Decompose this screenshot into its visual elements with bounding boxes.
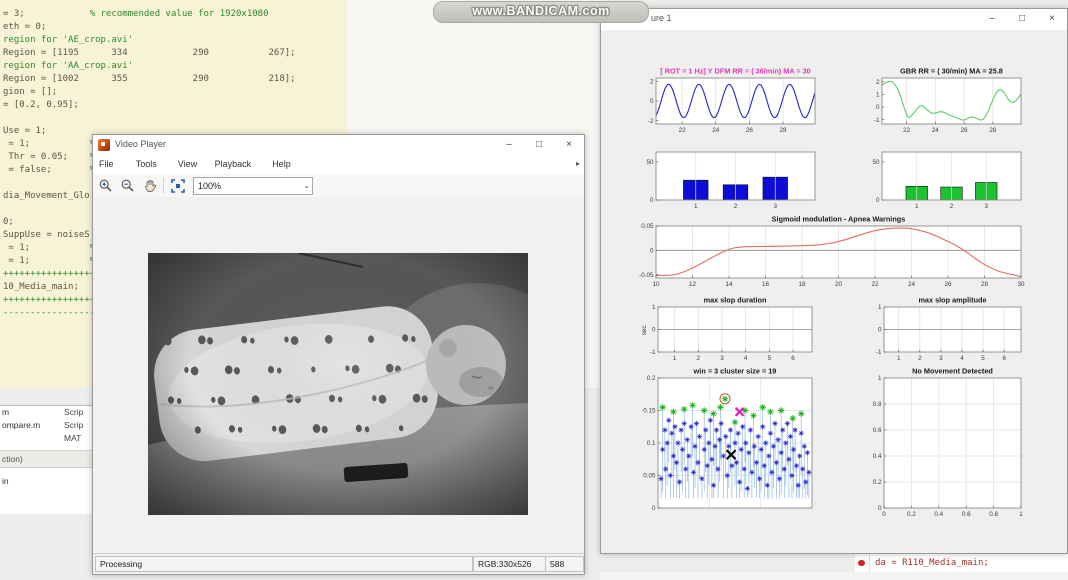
screen: = 3; % recommended value for 1920x1080et… [0,0,1068,580]
code-line: region for 'AE_crop.avi' [3,34,296,47]
toolbar-separator [163,178,164,193]
code-line [3,112,296,125]
video-dimensions: RGB:330x526 [473,556,547,572]
fit-to-window-icon [170,178,186,194]
frame-counter: 588 [545,556,584,572]
menu-overflow-icon[interactable]: ▸ [576,159,580,168]
minimize-button[interactable]: – [494,135,524,156]
video-player-titlebar[interactable]: Video Player – □ × [93,135,584,157]
figure-title: ure 1 [651,13,672,23]
file-panel-item[interactable]: in [0,474,92,488]
maximize-button[interactable]: □ [1007,9,1037,30]
file-type: MAT [64,432,81,445]
file-type: Scrip [64,406,83,419]
zoom-in-button[interactable] [97,177,117,196]
close-button[interactable]: × [1037,9,1067,30]
pan-hand-icon [142,178,158,194]
code-line: region for 'AA_crop.avi' [3,60,296,73]
code-line: = [0.2, 0.95]; [3,99,296,112]
figure-window: ure 1 – □ × [600,8,1068,554]
fit-to-window-button[interactable] [169,177,189,196]
menu-item-tools[interactable]: Tools [136,159,157,169]
file-row[interactable]: m Scrip [0,406,92,419]
pan-button[interactable] [141,177,161,196]
video-player-title: Video Player [115,139,166,149]
debug-line-text: da = R110_Media_main; [875,553,989,573]
code-line: Region = [1195 334 290 267]; [3,47,296,60]
status-bar: Processing RGB:330x526 588 [93,553,584,574]
zoom-in-icon [98,178,114,194]
figure-titlebar[interactable]: ure 1 – □ × [601,9,1067,31]
file-name: ompare.m [2,419,40,432]
chevron-down-icon: ⌄ [303,178,310,194]
close-button[interactable]: × [554,135,584,156]
file-name: m [2,406,9,419]
file-panel-section-header: ction) [0,450,92,468]
video-player-window: Video Player – □ × ▸ File Tools View Playba… [92,134,585,575]
video-player-icon [98,139,110,151]
maximize-button[interactable]: □ [524,135,554,156]
minimize-button[interactable]: – [977,9,1007,30]
editor-debug-line: da = R110_Media_main; [855,552,1068,573]
code-line: eth = 0; [3,21,296,34]
file-row[interactable]: MAT [0,432,92,445]
menu-item-file[interactable]: File [99,159,114,169]
toolbar: 100% ⌄ [93,174,584,198]
file-row[interactable]: ompare.m Scrip [0,419,92,432]
zoom-out-icon [120,178,136,194]
menu-item-playback[interactable]: Playback [215,159,252,169]
baby-night-vision-video [148,253,528,515]
code-line: = 3; % recommended value for 1920x1080 [3,8,296,21]
breakpoint-dot[interactable] [858,560,865,566]
video-frame [148,253,528,515]
menu-item-view[interactable]: View [178,159,197,169]
status-message: Processing [95,556,473,572]
menu-item-help[interactable]: Help [272,159,291,169]
figure-canvas [601,30,1067,553]
bandicam-watermark: www.BANDICAM.com [433,1,649,23]
zoom-level-dropdown[interactable]: 100% ⌄ [193,177,313,195]
code-line: Region = [1002 355 290 218]; [3,73,296,86]
menu-bar: ▸ File Tools View Playback Help [93,156,584,175]
file-type: Scrip [64,419,83,432]
code-line: gion = []; [3,86,296,99]
zoom-out-button[interactable] [119,177,139,196]
zoom-level-value: 100% [198,178,221,194]
video-display-area [93,197,584,554]
file-browser-panel: mScripompare.mScripMAT ction) in [0,405,92,514]
desktop-strip [600,572,1068,580]
